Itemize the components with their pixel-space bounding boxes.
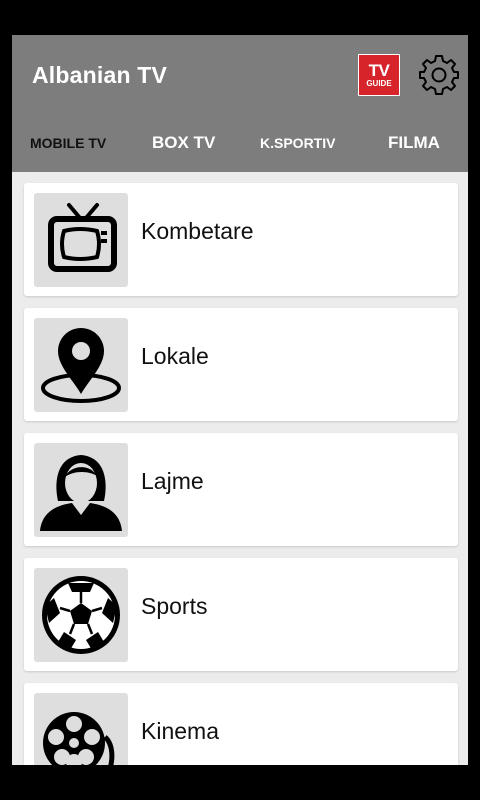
tab-mobile-tv[interactable]: MOBILE TV — [30, 123, 106, 163]
soccer-ball-icon — [34, 568, 128, 662]
category-label-kombetare: Kombetare — [141, 218, 254, 244]
news-anchor-icon — [34, 443, 128, 537]
tab-box-tv[interactable]: BOX TV — [152, 123, 215, 163]
film-reel-icon — [34, 693, 128, 765]
category-item-lokale[interactable]: Lokale — [24, 308, 458, 421]
tv-guide-logo-line2: GUIDE — [366, 79, 392, 88]
category-list: Kombetare Lokale Lajme Sports Kinema — [12, 172, 468, 765]
tv-guide-logo-line1: TV — [368, 61, 390, 80]
location-pin-icon — [34, 318, 128, 412]
category-label-kinema: Kinema — [141, 718, 219, 744]
category-item-sports[interactable]: Sports — [24, 558, 458, 671]
category-item-kinema[interactable]: Kinema — [24, 683, 458, 765]
category-label-sports: Sports — [141, 593, 208, 619]
category-label-lajme: Lajme — [141, 468, 204, 494]
tv-guide-button[interactable]: TV GUIDE — [358, 54, 400, 96]
tab-filma[interactable]: FILMA — [388, 123, 440, 163]
gear-icon[interactable] — [417, 53, 461, 97]
tab-k-sportiv[interactable]: K.SPORTIV — [260, 123, 335, 163]
tab-bar: MOBILE TV BOX TV K.SPORTIV FILMA — [12, 123, 468, 163]
app-title: Albanian TV — [32, 62, 168, 88]
category-item-kombetare[interactable]: Kombetare — [24, 183, 458, 296]
app-screen: Albanian TV TV GUIDE MOBILE TV BOX TV K.… — [12, 35, 468, 765]
category-item-lajme[interactable]: Lajme — [24, 433, 458, 546]
category-label-lokale: Lokale — [141, 343, 209, 369]
app-bar: Albanian TV TV GUIDE MOBILE TV BOX TV K.… — [12, 35, 468, 172]
tv-icon — [34, 193, 128, 287]
